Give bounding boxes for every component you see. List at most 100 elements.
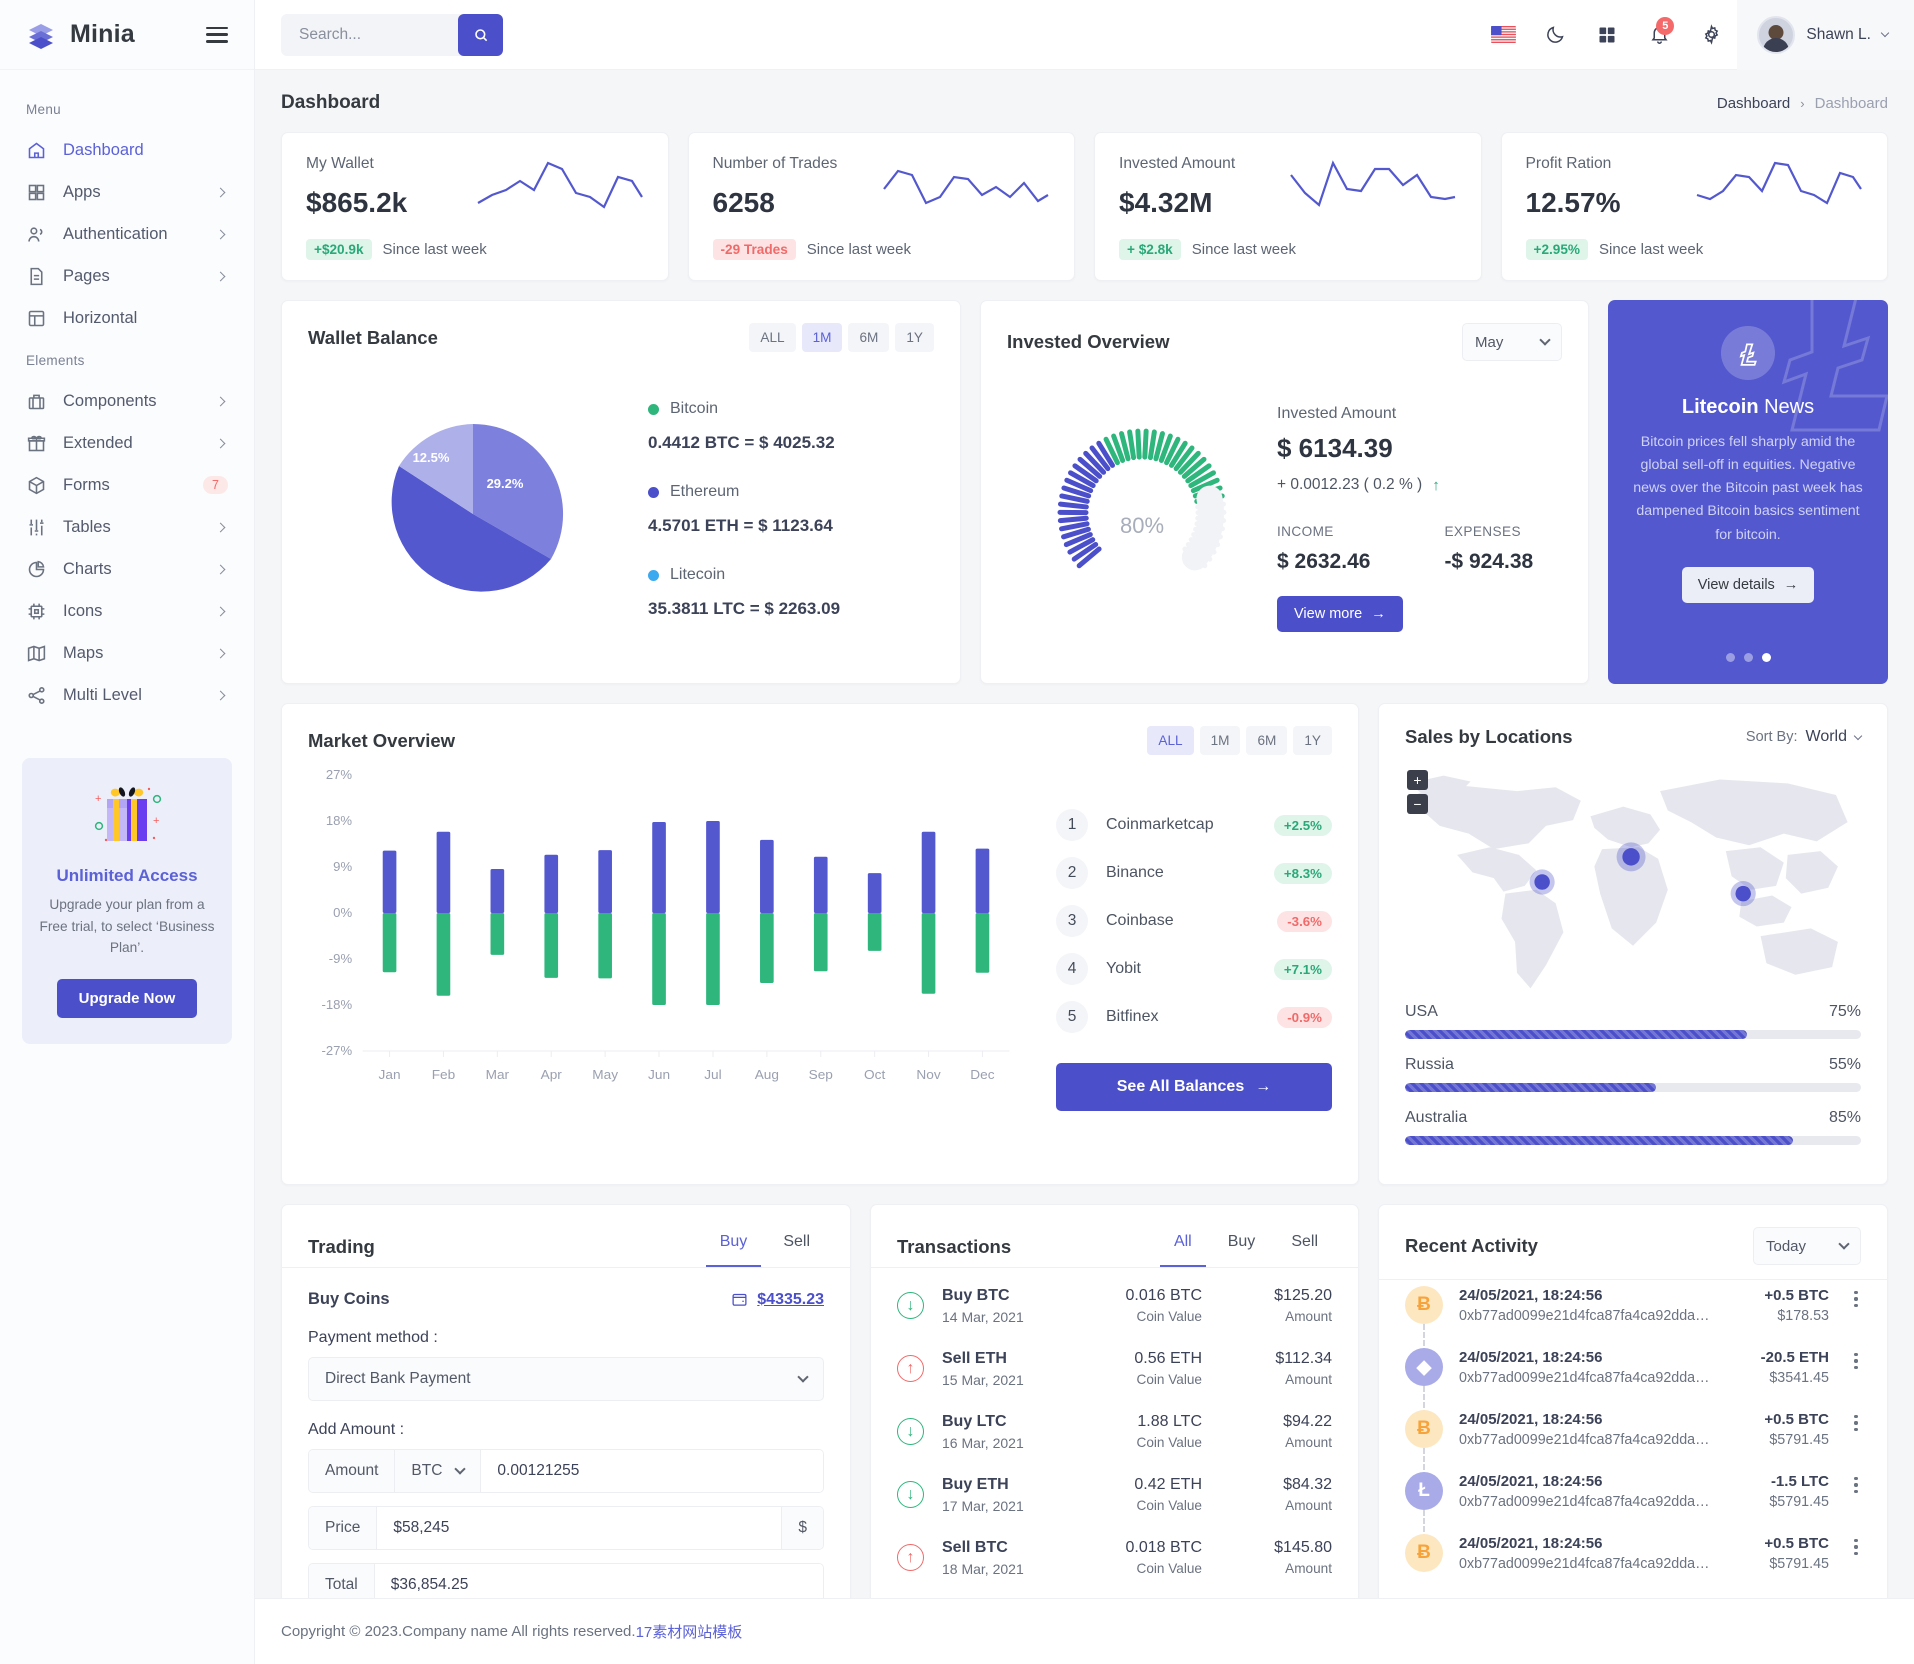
tab-all[interactable]: All (1159, 1227, 1206, 1267)
currency-value: BTC (411, 1462, 443, 1479)
main-area: 5 Shawn L. Dashboard Dashboard › Dashboa… (255, 0, 1914, 1664)
view-details-button[interactable]: View details → (1681, 566, 1815, 603)
svg-text:-27%: -27% (322, 1043, 353, 1058)
table-row[interactable]: ↑ Sell BTC 18 Mar, 2021 0.018 BTC Coin V… (897, 1526, 1332, 1589)
profile-menu[interactable]: Shawn L. (1737, 0, 1914, 70)
map-zoom-in-button[interactable]: + (1407, 770, 1428, 790)
table-row[interactable]: ↑ Sell ETH 15 Mar, 2021 0.56 ETH Coin Va… (897, 1337, 1332, 1400)
table-row[interactable]: ↓ Buy BTC 19 Mar, 2021 0.016 BTC Coin Va… (897, 1589, 1332, 1598)
upgrade-now-button[interactable]: Upgrade Now (56, 978, 198, 1018)
list-item[interactable]: Ƀ 24/05/2021, 18:24:56 0xb77ad0099e21d4f… (1405, 1534, 1867, 1596)
market-range-1y-button[interactable]: 1Y (1293, 726, 1332, 755)
settings-button[interactable] (1685, 0, 1737, 70)
kebab-menu-icon[interactable] (1845, 1534, 1867, 1556)
wallet-range-selector: ALL 1M 6M 1Y (749, 323, 934, 352)
tab-sell[interactable]: Sell (1277, 1227, 1332, 1267)
kebab-menu-icon[interactable] (1845, 1472, 1867, 1494)
apps-button[interactable] (1581, 0, 1633, 70)
legend-dot-ethereum (648, 486, 659, 498)
activity-time: 24/05/2021, 18:24:56 (1459, 1349, 1603, 1366)
price-input[interactable] (377, 1507, 782, 1549)
wallet-amount[interactable]: $4335.23 (731, 1291, 824, 1309)
sidebar-item-maps[interactable]: Maps (0, 632, 254, 674)
table-row[interactable]: ↓ Buy ETH 17 Mar, 2021 0.42 ETH Coin Val… (897, 1463, 1332, 1526)
rank-row-5[interactable]: 5 Bitfinex -0.9% (1056, 993, 1332, 1041)
sidebar-item-forms[interactable]: Forms 7 (0, 464, 254, 506)
sidebar-item-tables[interactable]: Tables (0, 506, 254, 548)
rank-row-3[interactable]: 3 Coinbase -3.6% (1056, 897, 1332, 945)
arrow-right-icon: → (1255, 1078, 1272, 1095)
list-item[interactable]: Ł 24/05/2021, 18:24:56 0xb77ad0099e21d4f… (1405, 1472, 1867, 1540)
sidebar-item-dashboard[interactable]: Dashboard (0, 129, 254, 171)
location-percent: 55% (1828, 1056, 1861, 1073)
payment-method-select[interactable]: Direct Bank Payment (308, 1357, 824, 1401)
list-item[interactable]: Ƀ 24/05/2021, 18:24:56 0xb77ad0099e21d4f… (1405, 1410, 1867, 1478)
range-1m-button[interactable]: 1M (801, 323, 843, 352)
invested-period-select[interactable]: May (1462, 323, 1562, 361)
trading-card: Trading Buy Sell Buy Coins $4335.23 Paym… (281, 1204, 851, 1599)
rank-row-2[interactable]: 2 Binance +8.3% (1056, 849, 1332, 897)
sidebar-item-horizontal[interactable]: Horizontal (0, 297, 254, 339)
wallet-pie-chart: 29.2% 58.3% 12.5% (308, 378, 638, 649)
footer-link[interactable]: 17素材网站模板 (636, 1621, 743, 1642)
total-input[interactable] (374, 1564, 823, 1599)
dark-mode-button[interactable] (1529, 0, 1581, 70)
map-marker-asia[interactable] (1735, 885, 1751, 902)
range-6m-button[interactable]: 6M (848, 323, 890, 352)
breadcrumb-parent[interactable]: Dashboard (1717, 95, 1790, 112)
range-all-button[interactable]: ALL (749, 323, 796, 352)
svg-text:Dec: Dec (970, 1067, 995, 1082)
activity-time: 24/05/2021, 18:24:56 (1459, 1411, 1603, 1428)
view-more-button[interactable]: View more → (1277, 596, 1403, 632)
carousel-dot-1[interactable] (1725, 653, 1735, 662)
chevron-right-icon (215, 187, 226, 197)
activity-period-select[interactable]: Today (1753, 1227, 1861, 1265)
rank-number: 3 (1056, 905, 1088, 937)
svg-text:+: + (153, 815, 159, 827)
carousel-dot-2[interactable] (1743, 653, 1753, 662)
sidebar-item-components[interactable]: Components (0, 380, 254, 422)
sidebar-item-multi-level[interactable]: Multi Level (0, 674, 254, 716)
carousel-dot-3[interactable] (1761, 653, 1771, 662)
map-zoom-out-button[interactable]: − (1407, 794, 1428, 814)
map-marker-usa[interactable] (1534, 874, 1550, 890)
list-item[interactable]: ◆ 24/05/2021, 18:24:56 0xb77ad0099e21d4f… (1405, 1348, 1867, 1416)
gear-icon (1704, 24, 1719, 45)
see-all-balances-button[interactable]: See All Balances → (1056, 1063, 1332, 1111)
kebab-menu-icon[interactable] (1845, 1286, 1867, 1308)
recent-activity-list: Ƀ 24/05/2021, 18:24:56 0xb77ad0099e21d4f… (1379, 1280, 1887, 1596)
rank-row-4[interactable]: 4 Yobit +7.1% (1056, 945, 1332, 993)
range-1y-button[interactable]: 1Y (895, 323, 934, 352)
market-range-1m-button[interactable]: 1M (1199, 726, 1241, 755)
search-button[interactable] (458, 13, 503, 56)
table-row[interactable]: ↓ Buy BTC 14 Mar, 2021 0.016 BTC Coin Va… (897, 1274, 1332, 1337)
amount-input[interactable] (481, 1450, 823, 1492)
hamburger-icon[interactable] (206, 26, 228, 43)
language-flag-button[interactable] (1477, 0, 1529, 70)
transaction-date: 17 Mar, 2021 (942, 1497, 1024, 1514)
tab-buy[interactable]: Buy (705, 1227, 762, 1267)
sidebar-item-extended[interactable]: Extended (0, 422, 254, 464)
chevron-right-icon (215, 522, 226, 532)
sidebar-item-charts[interactable]: Charts (0, 548, 254, 590)
kebab-menu-icon[interactable] (1845, 1348, 1867, 1370)
market-range-6m-button[interactable]: 6M (1246, 726, 1288, 755)
sort-by-select[interactable]: Sort By: World (1746, 728, 1863, 746)
news-title: Litecoin News (1682, 396, 1814, 419)
list-item[interactable]: Ƀ 24/05/2021, 18:24:56 0xb77ad0099e21d4f… (1405, 1286, 1867, 1354)
table-row[interactable]: ↓ Buy LTC 16 Mar, 2021 1.88 LTC Coin Val… (897, 1400, 1332, 1463)
currency-select[interactable]: BTC (395, 1450, 482, 1492)
tab-buy[interactable]: Buy (1214, 1227, 1270, 1267)
kebab-menu-icon[interactable] (1845, 1410, 1867, 1432)
map-marker-europe[interactable] (1622, 848, 1640, 866)
tab-sell[interactable]: Sell (769, 1227, 824, 1267)
rank-row-1[interactable]: 1 Coinmarketcap +2.5% (1056, 801, 1332, 849)
arrow-down-circle-icon: ↓ (897, 1418, 924, 1445)
sidebar-item-apps[interactable]: Apps (0, 171, 254, 213)
sidebar-item-pages[interactable]: Pages (0, 255, 254, 297)
market-row: Market Overview ALL 1M 6M 1Y 27% 18% 9% 0% -… (281, 703, 1888, 1185)
sidebar-item-authentication[interactable]: Authentication (0, 213, 254, 255)
notifications-button[interactable]: 5 (1633, 0, 1685, 70)
sidebar-item-icons[interactable]: Icons (0, 590, 254, 632)
market-range-all-button[interactable]: ALL (1147, 726, 1194, 755)
